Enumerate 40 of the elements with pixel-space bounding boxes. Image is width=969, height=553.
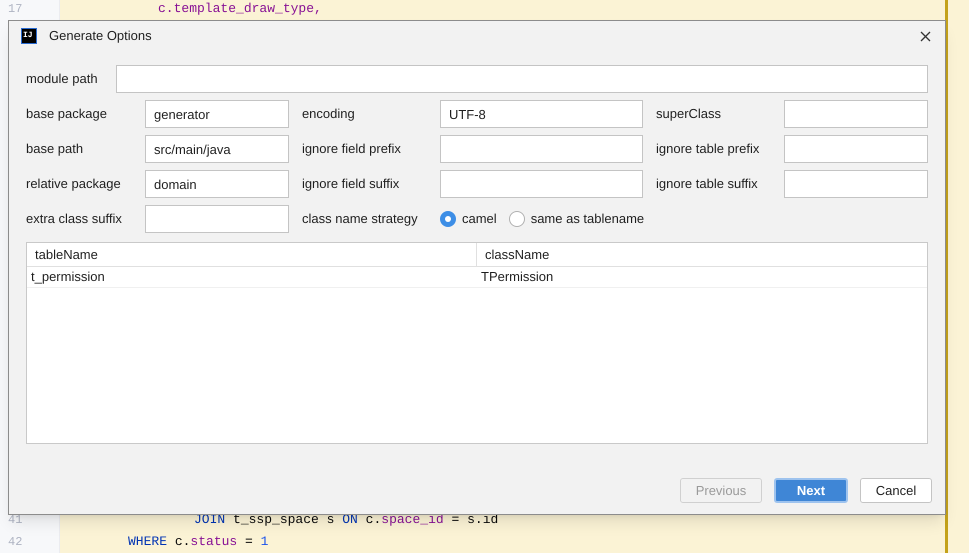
line-number: 41	[7, 512, 24, 529]
line-number: 42	[7, 534, 24, 551]
radio-button[interactable]	[508, 211, 525, 227]
line-number: 17	[7, 1, 24, 18]
text-field[interactable]	[784, 170, 928, 198]
radio-option[interactable]: camel	[440, 209, 497, 229]
text-field[interactable]	[440, 135, 644, 163]
text-field[interactable]	[145, 205, 289, 233]
cancel-button[interactable]: Cancel	[860, 478, 932, 503]
field-label: base path	[26, 140, 84, 158]
text-field[interactable]	[440, 170, 644, 198]
radio-option[interactable]: same as tablename	[508, 209, 644, 229]
field-label: class name strategy	[302, 210, 419, 228]
code-line: c.template_draw_type,	[157, 0, 323, 18]
text-field[interactable]: UTF-8	[440, 100, 644, 128]
column-header[interactable]: tableName	[27, 243, 477, 266]
field-label: relative package	[26, 175, 122, 194]
field-label: module path	[26, 70, 99, 88]
code-line: WHERE c.status = 1	[127, 533, 270, 551]
text-field[interactable]	[116, 65, 928, 93]
field-label: superClass	[656, 105, 722, 124]
table-cell-text: TPermission	[480, 268, 554, 286]
text-field[interactable]: domain	[145, 170, 289, 198]
field-label: extra class suffix	[26, 210, 123, 228]
field-label: ignore table prefix	[656, 140, 760, 158]
field-label: encoding	[302, 105, 356, 124]
text-field[interactable]: src/main/java	[145, 135, 289, 163]
field-label: base package	[26, 105, 108, 124]
text-field[interactable]	[784, 135, 928, 163]
field-label: ignore field prefix	[302, 140, 402, 158]
field-label: ignore field suffix	[302, 175, 400, 194]
text-field[interactable]	[784, 100, 928, 128]
app-logo-icon: IJ	[21, 28, 37, 44]
column-header[interactable]: className	[477, 243, 927, 266]
window-title: Generate Options	[49, 27, 152, 46]
text-field[interactable]: generator	[145, 100, 289, 128]
next-button[interactable]: Next	[774, 478, 848, 503]
table-cell-text: t_permission	[30, 268, 106, 286]
field-label: ignore table suffix	[656, 175, 759, 194]
radio-button[interactable]	[440, 211, 456, 227]
